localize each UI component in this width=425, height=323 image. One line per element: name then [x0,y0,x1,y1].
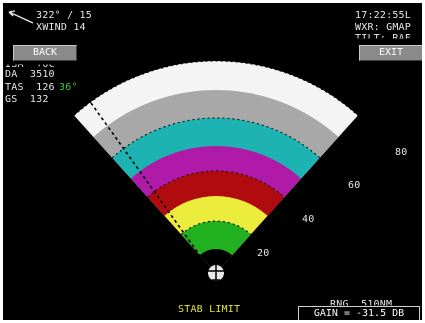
true-airspeed-readout: TAS 126 [5,82,55,93]
stab-limit-label: STAB LIMIT [178,304,241,315]
crosswind-readout: XWIND 14 [36,22,86,33]
bearing-readout: 36° [59,82,78,93]
density-altitude-readout: DA 3510 [5,69,55,80]
exit-button[interactable]: EXIT [359,45,422,61]
wind-arrow-icon [8,10,34,24]
ground-speed-readout: GS 132 [5,94,49,105]
back-button[interactable]: BACK [13,45,77,61]
wind-direction-speed: 322° / 15 [36,10,92,21]
clock-time: 17:22:55L [355,10,411,21]
gain-readout: GAIN = -31.5 DB [298,306,420,320]
weather-mode: WXR: GMAP [355,22,411,33]
weather-radar-screen: 322° / 15 XWIND 14 17:22:55L WXR: GMAP T… [3,3,422,320]
range-label-80: 80 [395,147,408,158]
range-label-40: 40 [302,214,315,225]
radar-color-bands [74,61,358,274]
range-label-60: 60 [348,180,361,191]
range-label-20: 20 [257,248,270,259]
